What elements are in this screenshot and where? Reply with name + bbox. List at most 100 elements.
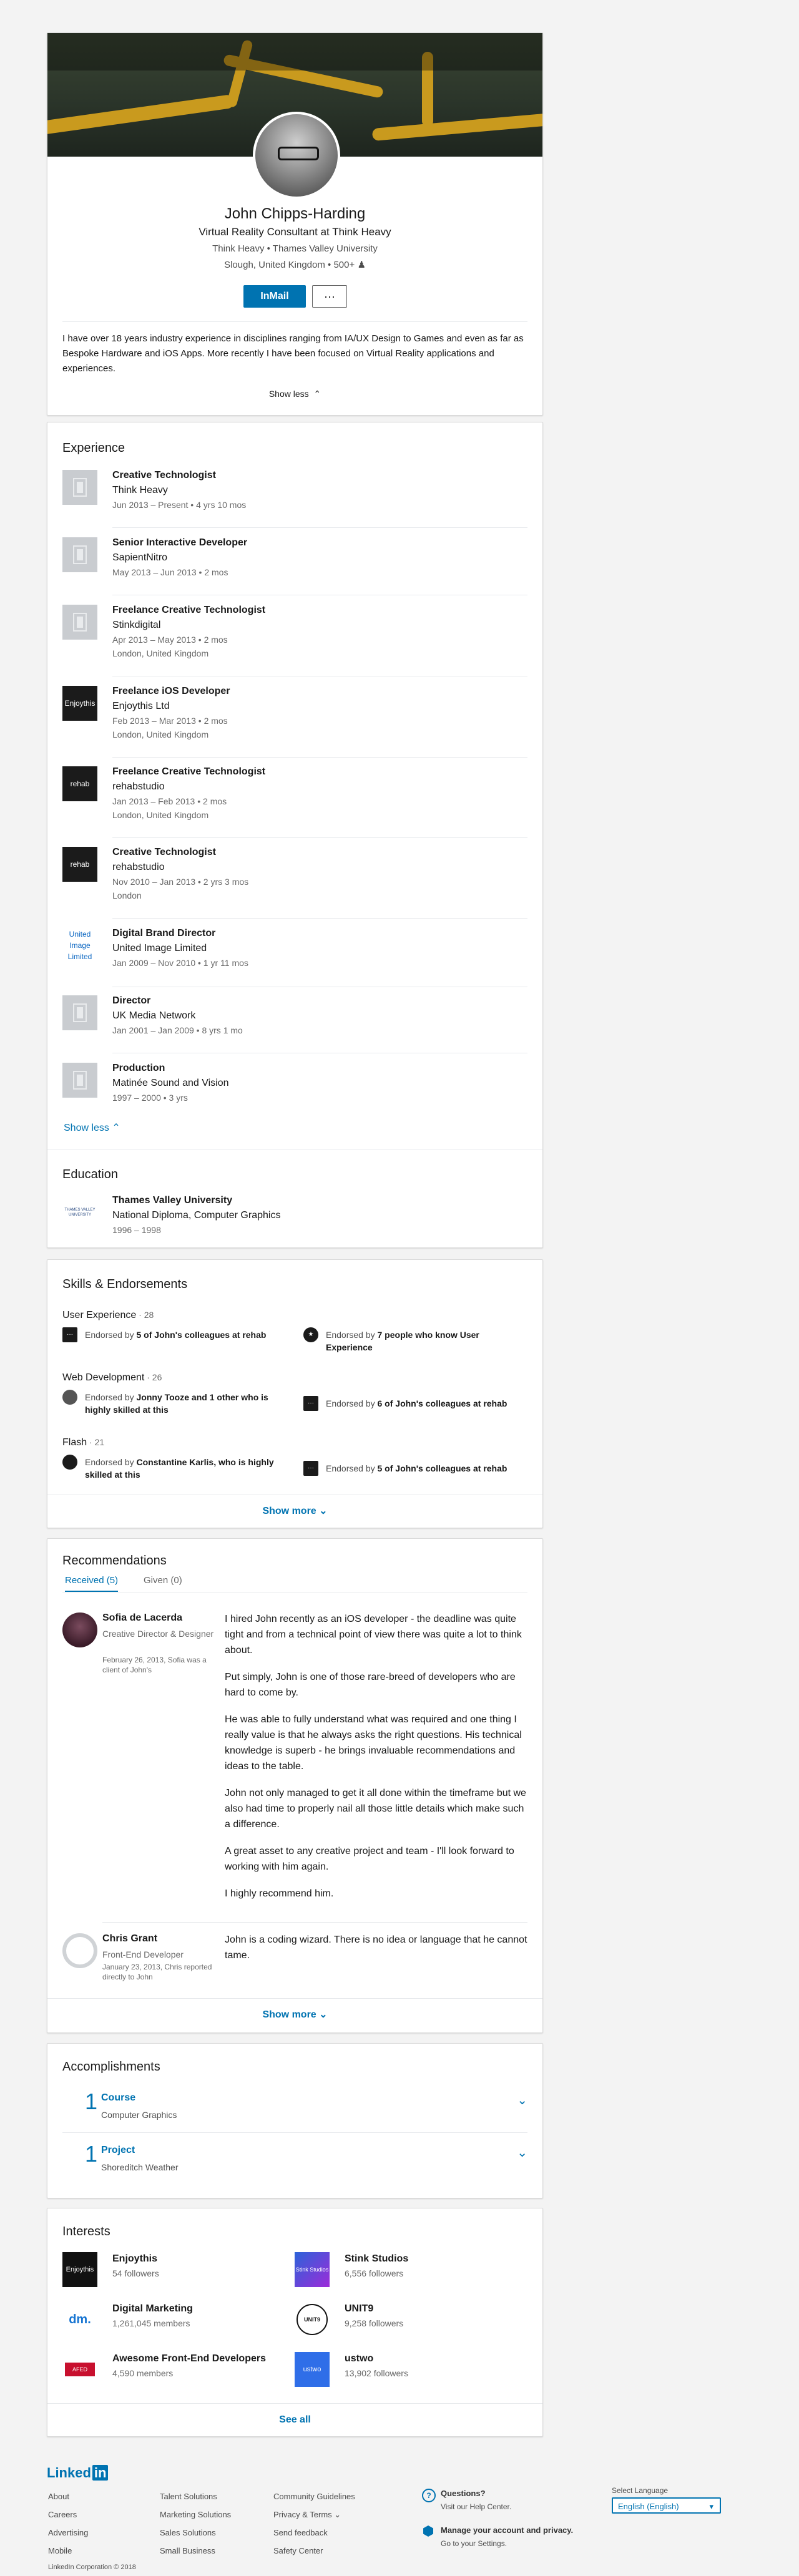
footer-link[interactable]: Small Business xyxy=(160,2546,215,2555)
manage-account-title: Manage your account and privacy. xyxy=(441,2525,574,2535)
footer-link[interactable]: Community Guidelines xyxy=(273,2492,355,2501)
skills-heading: Skills & Endorsements xyxy=(62,1277,188,1291)
connections-count[interactable]: 500+ xyxy=(333,260,355,270)
show-less-label[interactable]: Show less xyxy=(269,389,309,399)
recommender-name[interactable]: Chris Grant xyxy=(102,1933,157,1944)
company-name: Enjoythis Ltd xyxy=(112,701,170,711)
experience-item[interactable]: Enjoythis Freelance iOS Developer Enjoyt… xyxy=(62,686,527,758)
chevron-down-icon[interactable]: ⌄ xyxy=(517,2145,527,2160)
profile-top-card: John Chipps-Harding Virtual Reality Cons… xyxy=(47,32,543,416)
experience-show-less[interactable]: Show less ⌃ xyxy=(64,1121,120,1134)
afed-logo: AFED xyxy=(62,2352,97,2387)
chevron-down-icon: ⌄ xyxy=(334,2510,341,2519)
interest-name[interactable]: ustwo xyxy=(345,2353,373,2364)
footer-link[interactable]: Safety Center xyxy=(273,2546,323,2555)
interest-name[interactable]: Stink Studios xyxy=(345,2253,408,2265)
experience-item[interactable]: Creative Technologist Think Heavy Jun 20… xyxy=(62,470,527,528)
footer-link-privacy[interactable]: Privacy & Terms ⌄ xyxy=(273,2510,341,2520)
job-location: London, United Kingdom xyxy=(112,648,209,658)
show-more-label[interactable]: Show more xyxy=(262,1506,316,1516)
recommendation-text: John is a coding wizard. There is no ide… xyxy=(225,1934,527,1961)
rehab-logo-icon: ··· xyxy=(303,1396,318,1411)
experience-item[interactable]: United Image Limited Digital Brand Direc… xyxy=(62,928,527,987)
interest-name[interactable]: Enjoythis xyxy=(112,2253,157,2265)
help-center-link[interactable]: Visit our Help Center. xyxy=(441,2502,511,2511)
interest-name[interactable]: Digital Marketing xyxy=(112,2303,193,2315)
tab-given[interactable]: Given (0) xyxy=(144,1575,182,1591)
endorsement-count[interactable]: 28 xyxy=(144,1310,154,1320)
skill-name[interactable]: Flash · 21 xyxy=(62,1437,104,1448)
footer-link[interactable]: Send feedback xyxy=(273,2528,328,2537)
school-link[interactable]: Thames Valley University xyxy=(273,243,378,254)
job-location: London, United Kingdom xyxy=(112,810,209,820)
profile-name: John Chipps-Harding xyxy=(224,205,366,222)
company-name: rehabstudio xyxy=(112,781,165,792)
footer-link[interactable]: Sales Solutions xyxy=(160,2528,216,2537)
show-less-label[interactable]: Show less xyxy=(64,1123,109,1133)
tab-received[interactable]: Received (5) xyxy=(65,1575,119,1592)
footer-link[interactable]: Advertising xyxy=(48,2528,88,2537)
divider xyxy=(62,321,527,322)
settings-link[interactable]: Go to your Settings. xyxy=(441,2539,507,2548)
footer-link[interactable]: About xyxy=(48,2492,69,2501)
experience-item[interactable]: Production Matinée Sound and Vision 1997… xyxy=(62,1063,527,1113)
job-title: Senior Interactive Developer xyxy=(112,537,248,548)
footer xyxy=(0,2452,799,2576)
experience-item[interactable]: rehab Creative Technologist rehabstudio … xyxy=(62,847,527,919)
accomplishments-heading: Accomplishments xyxy=(62,2060,160,2074)
interests-section: Interests Enjoythis Enjoythis 54 followe… xyxy=(47,2208,543,2437)
default-avatar-icon[interactable] xyxy=(62,1933,97,1968)
skill-name[interactable]: User Experience · 28 xyxy=(62,1310,154,1321)
endorser-avatar xyxy=(62,1390,77,1405)
experience-item[interactable]: Director UK Media Network Jan 2001 – Jan… xyxy=(62,995,527,1053)
people-icon: ♟ xyxy=(357,260,366,270)
job-title: Director xyxy=(112,995,151,1006)
recommender-role: Creative Director & Designer xyxy=(102,1629,214,1639)
recommender-avatar[interactable] xyxy=(62,1612,97,1647)
endorsement-insight: Endorsed by Constantine Karlis, who is h… xyxy=(62,1453,287,1483)
endorsement-count[interactable]: 26 xyxy=(152,1372,162,1382)
interest-name[interactable]: UNIT9 xyxy=(345,2303,373,2315)
accomplishment-course[interactable]: 1 Course Computer Graphics ⌄ xyxy=(47,2084,542,2132)
copyright: LinkedIn Corporation © 2018 xyxy=(48,2564,136,2571)
language-select[interactable]: English (English) ▾ xyxy=(612,2497,721,2514)
experience-item[interactable]: Senior Interactive Developer SapientNitr… xyxy=(62,537,527,595)
show-more-label[interactable]: Show more xyxy=(262,2009,316,2020)
footer-link[interactable]: Mobile xyxy=(48,2546,72,2555)
interest-followers: 6,556 followers xyxy=(345,2268,404,2278)
linkedin-logo[interactable]: Linked in xyxy=(47,2465,109,2481)
inmail-button[interactable]: InMail xyxy=(243,285,306,308)
skill-name[interactable]: Web Development · 26 xyxy=(62,1372,162,1383)
chevron-up-icon: ⌃ xyxy=(112,1123,120,1133)
footer-link[interactable]: Careers xyxy=(48,2510,77,2519)
more-actions-button[interactable]: ··· xyxy=(312,285,347,308)
recommender-name[interactable]: Sofia de Lacerda xyxy=(102,1612,182,1624)
accomplishment-value: Shoreditch Weather xyxy=(101,2162,179,2172)
company-logo-placeholder-icon xyxy=(62,995,97,1030)
experience-item[interactable]: Freelance Creative Technologist Stinkdig… xyxy=(62,605,527,676)
digital-marketing-logo: dm. xyxy=(62,2302,97,2337)
interest-name[interactable]: Awesome Front-End Developers xyxy=(112,2353,266,2364)
experience-item[interactable]: rehab Freelance Creative Technologist re… xyxy=(62,766,527,838)
profile-photo[interactable] xyxy=(253,112,340,199)
education-item[interactable]: THAMES VALLEY UNIVERSITY Thames Valley U… xyxy=(62,1195,527,1235)
interests-see-all[interactable]: See all xyxy=(47,2414,542,2426)
company-logo-placeholder-icon xyxy=(62,605,97,640)
endorsement-count[interactable]: 21 xyxy=(95,1437,105,1447)
unit9-logo: UNIT9 xyxy=(295,2302,330,2337)
enjoythis-logo: Enjoythis xyxy=(62,686,97,721)
job-dates: Nov 2010 – Jan 2013 • 2 yrs 3 mos xyxy=(112,877,249,887)
recommendations-show-more[interactable]: Show more ⌄ xyxy=(47,2008,542,2021)
job-dates: Jan 2001 – Jan 2009 • 8 yrs 1 mo xyxy=(112,1025,243,1035)
job-title: Freelance Creative Technologist xyxy=(112,605,266,615)
chevron-down-icon[interactable]: ⌄ xyxy=(517,2092,527,2108)
footer-link[interactable]: Talent Solutions xyxy=(160,2492,217,2501)
skills-show-more[interactable]: Show more ⌄ xyxy=(47,1505,542,1517)
current-company[interactable]: Think Heavy xyxy=(212,243,264,254)
job-location: London xyxy=(112,890,142,900)
footer-link[interactable]: Marketing Solutions xyxy=(160,2510,231,2519)
job-title: Freelance Creative Technologist xyxy=(112,766,266,777)
accomplishment-project[interactable]: 1 Project Shoreditch Weather ⌄ xyxy=(47,2136,542,2185)
recommendation-relationship: January 23, 2013, Chris reported directl… xyxy=(102,1963,212,1981)
summary-show-less[interactable]: Show less ⌃ xyxy=(47,389,542,399)
